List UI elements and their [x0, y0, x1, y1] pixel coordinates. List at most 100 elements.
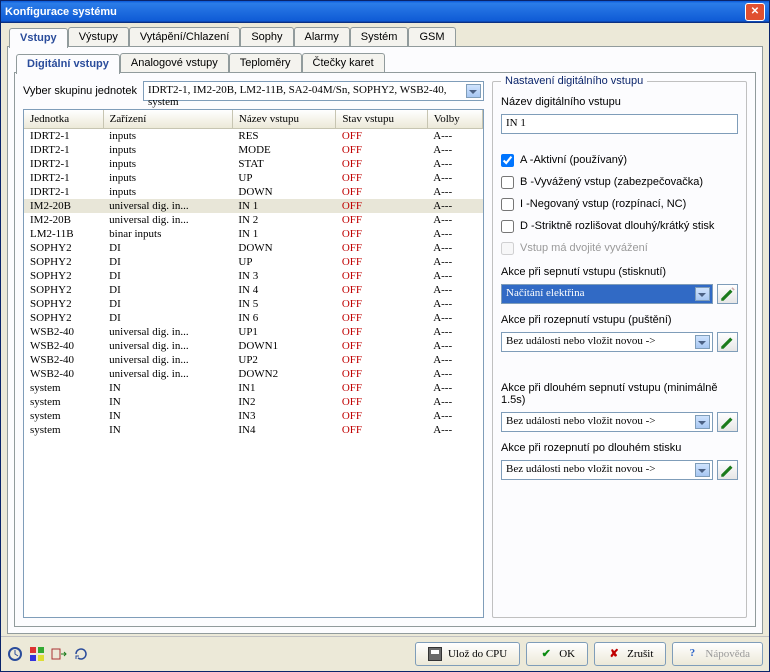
cell-u: system	[24, 409, 103, 423]
cell-d: inputs	[103, 185, 232, 199]
cell-s: OFF	[336, 185, 427, 199]
col-header[interactable]: Zařízení	[103, 110, 232, 129]
close-icon[interactable]: ✕	[745, 3, 765, 21]
subtab-3[interactable]: Čtečky karet	[302, 53, 385, 73]
table-row[interactable]: IM2-20Buniversal dig. in...IN 1OFFA---	[24, 199, 483, 213]
cell-v: A---	[427, 409, 482, 423]
table-row[interactable]: IDRT2-1inputsDOWNOFFA---	[24, 185, 483, 199]
cell-u: WSB2-40	[24, 325, 103, 339]
cell-u: LM2-11B	[24, 227, 103, 241]
cell-s: OFF	[336, 241, 427, 255]
cell-d: DI	[103, 311, 232, 325]
cell-v: A---	[427, 213, 482, 227]
export-icon[interactable]	[51, 646, 67, 662]
table-row[interactable]: SOPHY2DIIN 6OFFA---	[24, 311, 483, 325]
subtab-0[interactable]: Digitální vstupy	[16, 54, 120, 74]
inputs-table[interactable]: JednotkaZařízeníNázev vstupuStav vstupuV…	[23, 109, 484, 618]
input-name-field[interactable]: IN 1	[501, 114, 738, 134]
chk-inverted[interactable]: I -Negovaný vstup (rozpínací, NC)	[501, 196, 738, 212]
cell-u: system	[24, 381, 103, 395]
cell-n: DOWN	[232, 185, 335, 199]
action-off-edit-icon[interactable]	[717, 332, 738, 352]
cell-d: binar inputs	[103, 227, 232, 241]
table-row[interactable]: SOPHY2DIIN 5OFFA---	[24, 297, 483, 311]
table-row[interactable]: SOPHY2DIIN 3OFFA---	[24, 269, 483, 283]
table-row[interactable]: WSB2-40universal dig. in...DOWN2OFFA---	[24, 367, 483, 381]
cell-n: RES	[232, 129, 335, 144]
cell-u: system	[24, 395, 103, 409]
action-release-edit-icon[interactable]	[717, 460, 738, 480]
refresh-icon[interactable]	[73, 646, 89, 662]
tab-výstupy[interactable]: Výstupy	[68, 27, 129, 47]
table-row[interactable]: IDRT2-1inputsMODEOFFA---	[24, 143, 483, 157]
table-row[interactable]: IDRT2-1inputsUPOFFA---	[24, 171, 483, 185]
chk-active[interactable]: A -Aktivní (používaný)	[501, 152, 738, 168]
cell-v: A---	[427, 339, 482, 353]
cell-u: WSB2-40	[24, 353, 103, 367]
cancel-button[interactable]: Zrušit	[594, 642, 666, 666]
col-header[interactable]: Stav vstupu	[336, 110, 427, 129]
tab-vstupy[interactable]: Vstupy	[9, 28, 68, 48]
table-row[interactable]: SOPHY2DIDOWNOFFA---	[24, 241, 483, 255]
cell-s: OFF	[336, 297, 427, 311]
tab-alarmy[interactable]: Alarmy	[294, 27, 350, 47]
action-on-edit-icon[interactable]	[717, 284, 738, 304]
tab-gsm[interactable]: GSM	[408, 27, 455, 47]
cell-u: IDRT2-1	[24, 129, 103, 144]
cell-d: inputs	[103, 143, 232, 157]
col-header[interactable]: Volby	[427, 110, 482, 129]
cell-d: universal dig. in...	[103, 367, 232, 381]
unit-group-label: Vyber skupinu jednotek	[23, 85, 137, 97]
window-title: Konfigurace systému	[5, 6, 745, 18]
action-release-select[interactable]: Bez události nebo vložit novou ->	[501, 460, 713, 480]
action-long-select[interactable]: Bez události nebo vložit novou ->	[501, 412, 713, 432]
cell-d: IN	[103, 409, 232, 423]
table-row[interactable]: WSB2-40universal dig. in...DOWN1OFFA---	[24, 339, 483, 353]
table-row[interactable]: IDRT2-1inputsSTATOFFA---	[24, 157, 483, 171]
table-row[interactable]: WSB2-40universal dig. in...UP1OFFA---	[24, 325, 483, 339]
cell-d: IN	[103, 381, 232, 395]
table-row[interactable]: SOPHY2DIUPOFFA---	[24, 255, 483, 269]
unit-group-select[interactable]: IDRT2-1, IM2-20B, LM2-11B, SA2-04M/Sn, S…	[143, 81, 484, 101]
chk-strict[interactable]: D -Striktně rozlišovat dlouhý/krátký sti…	[501, 218, 738, 234]
ok-button[interactable]: OK	[526, 642, 588, 666]
cell-s: OFF	[336, 283, 427, 297]
table-row[interactable]: systemININ4OFFA---	[24, 423, 483, 437]
cell-d: IN	[103, 423, 232, 437]
cell-v: A---	[427, 157, 482, 171]
col-header[interactable]: Jednotka	[24, 110, 103, 129]
cell-n: UP1	[232, 325, 335, 339]
cell-d: inputs	[103, 171, 232, 185]
clock-icon[interactable]	[7, 646, 23, 662]
table-row[interactable]: systemININ3OFFA---	[24, 409, 483, 423]
action-release-label: Akce při rozepnutí po dlouhém stisku	[501, 442, 738, 454]
chk-balanced[interactable]: B -Vyvážený vstup (zabezpečovačka)	[501, 174, 738, 190]
table-row[interactable]: LM2-11Bbinar inputsIN 1OFFA---	[24, 227, 483, 241]
cell-n: IN 1	[232, 227, 335, 241]
tab-vytápění/chlazení[interactable]: Vytápění/Chlazení	[129, 27, 240, 47]
palette-icon[interactable]	[29, 646, 45, 662]
input-settings-group: Nastavení digitálního vstupu Název digit…	[492, 81, 747, 618]
table-row[interactable]: SOPHY2DIIN 4OFFA---	[24, 283, 483, 297]
cell-s: OFF	[336, 409, 427, 423]
cell-v: A---	[427, 129, 482, 144]
cell-s: OFF	[336, 171, 427, 185]
table-row[interactable]: WSB2-40universal dig. in...UP2OFFA---	[24, 353, 483, 367]
tab-sophy[interactable]: Sophy	[240, 27, 293, 47]
cell-u: IDRT2-1	[24, 185, 103, 199]
action-off-select[interactable]: Bez události nebo vložit novou ->	[501, 332, 713, 352]
col-header[interactable]: Název vstupu	[232, 110, 335, 129]
tab-systém[interactable]: Systém	[350, 27, 409, 47]
subtab-1[interactable]: Analogové vstupy	[120, 53, 229, 73]
action-long-edit-icon[interactable]	[717, 412, 738, 432]
cell-v: A---	[427, 185, 482, 199]
help-button: Nápověda	[672, 642, 763, 666]
save-button[interactable]: Ulož do CPU	[415, 642, 520, 666]
action-on-select[interactable]: Načítání elektřina	[501, 284, 713, 304]
table-row[interactable]: systemININ2OFFA---	[24, 395, 483, 409]
table-row[interactable]: systemININ1OFFA---	[24, 381, 483, 395]
table-row[interactable]: IDRT2-1inputsRESOFFA---	[24, 129, 483, 144]
table-row[interactable]: IM2-20Buniversal dig. in...IN 2OFFA---	[24, 213, 483, 227]
cell-d: IN	[103, 395, 232, 409]
subtab-2[interactable]: Teploměry	[229, 53, 302, 73]
